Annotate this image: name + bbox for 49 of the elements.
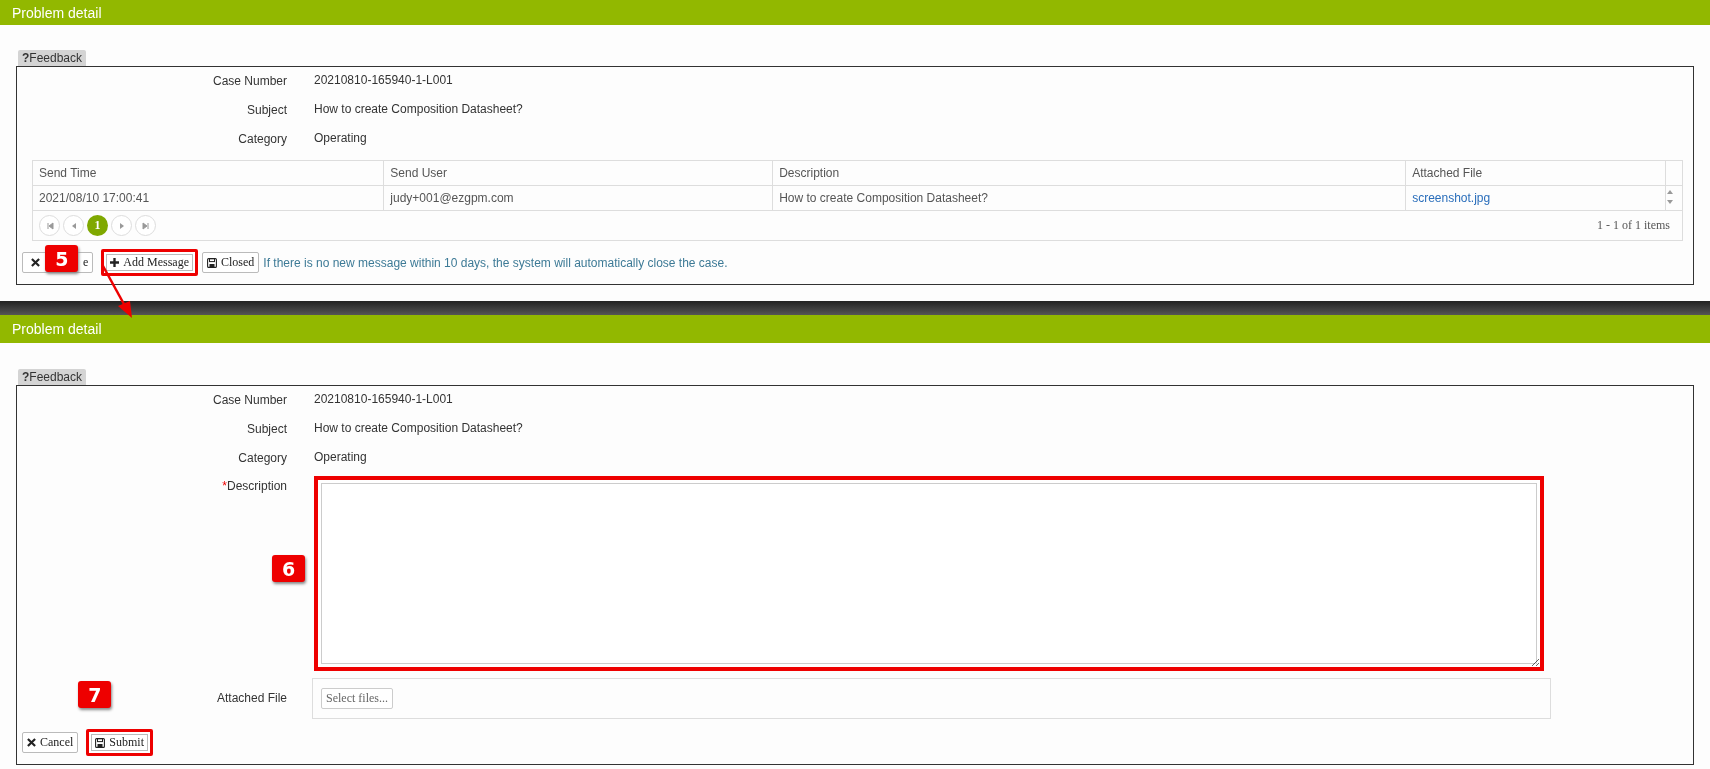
field-label: *Description	[222, 479, 287, 493]
feedback-tab[interactable]: ?Feedback	[18, 50, 87, 66]
field-value: How to create Composition Datasheet?	[314, 102, 524, 116]
column-header[interactable]: Send User	[383, 160, 773, 186]
field-label: Case Number	[212, 74, 287, 88]
previous-page-button[interactable]	[63, 215, 84, 236]
close-icon	[27, 738, 36, 747]
file-link[interactable]: screenshot.jpg	[1412, 191, 1491, 205]
field-value: Operating	[314, 450, 368, 464]
items-summary: 1 - 1 of 1 items	[1597, 218, 1671, 233]
cancel-button[interactable]: Cancel	[22, 732, 79, 753]
step-tooltip: 7	[78, 681, 112, 708]
field-label: Subject	[246, 103, 287, 117]
field-value: How to create Composition Datasheet?	[314, 421, 524, 435]
field-value: 20210810-165940-1-L001	[314, 73, 454, 87]
table-cell: judy+001@ezgpm.com	[383, 185, 773, 211]
last-page-button[interactable]	[135, 215, 156, 236]
closed-button[interactable]: Closed	[202, 252, 260, 273]
select-files-button[interactable]: Select files...	[321, 688, 393, 709]
field-value: 20210810-165940-1-L001	[314, 392, 454, 406]
table-cell: 2021/08/10 17:00:41	[32, 185, 384, 211]
next-page-button[interactable]	[111, 215, 132, 236]
field-label: Case Number	[212, 393, 287, 407]
last-page-icon	[140, 220, 151, 231]
first-page-icon	[44, 220, 55, 231]
panel-title: Problem detail	[12, 321, 102, 337]
submit-button[interactable]: Submit	[86, 729, 153, 756]
table-cell: How to create Composition Datasheet?	[772, 185, 1406, 211]
column-header[interactable]: Send Time	[32, 160, 384, 186]
column-header[interactable]: Description	[772, 160, 1406, 186]
feedback-tab[interactable]: ?Feedback	[18, 369, 87, 385]
field-label: Attached File	[216, 691, 287, 705]
field-label: Category	[238, 451, 287, 465]
save-icon	[95, 737, 106, 748]
first-page-button[interactable]	[39, 215, 60, 236]
add-message-button[interactable]: Add Message	[101, 249, 198, 276]
step-tooltip: 5	[45, 245, 79, 272]
annotation-arrow	[101, 265, 132, 318]
column-header[interactable]: Attached File	[1405, 160, 1666, 186]
panel-title: Problem detail	[12, 4, 102, 21]
auto-close-notice: If there is no new message within 10 days, the system will automatically close the case.	[263, 255, 728, 270]
field-label: Subject	[246, 422, 287, 436]
close-icon	[31, 258, 40, 267]
description-field[interactable]	[314, 476, 1544, 671]
save-icon	[207, 257, 217, 268]
step-tooltip: 6	[272, 555, 305, 582]
plus-icon	[110, 258, 120, 267]
field-value: Operating	[314, 131, 368, 145]
field-label: Category	[238, 132, 287, 146]
